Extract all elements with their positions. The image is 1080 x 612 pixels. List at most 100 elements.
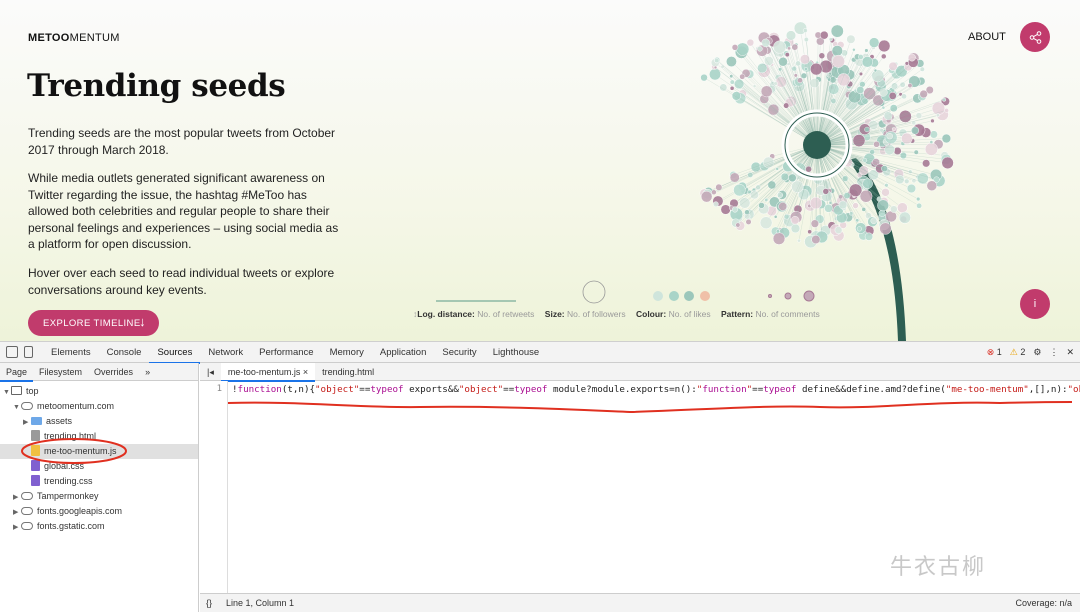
expand-arrow-icon[interactable]: ▶ bbox=[13, 490, 21, 505]
seed-dot bbox=[797, 78, 802, 83]
seed-dot bbox=[732, 207, 738, 213]
tab-security[interactable]: Security bbox=[434, 342, 484, 363]
inspect-element-icon[interactable] bbox=[6, 346, 18, 358]
seed-dot bbox=[856, 219, 859, 222]
seed-dot bbox=[820, 31, 828, 39]
navigator-tabs: PageFilesystemOverrides» bbox=[0, 363, 198, 381]
seed-dot bbox=[874, 69, 877, 72]
devtools-panel: ElementsConsoleSourcesNetworkPerformance… bbox=[0, 341, 1080, 611]
code-line[interactable]: !function(t,n){"object"==typeof exports&… bbox=[232, 384, 1080, 395]
pattern-legend: Pattern: No. of comments bbox=[721, 309, 820, 319]
seed-dot bbox=[804, 37, 809, 42]
editor-tab-0[interactable]: me-too-mentum.js × bbox=[221, 363, 315, 381]
seed-dot bbox=[930, 131, 938, 139]
seed-dot bbox=[916, 197, 920, 201]
tree-item[interactable]: ▼ metoomentum.com bbox=[0, 399, 198, 414]
tree-item[interactable]: ▶Tampermonkey bbox=[0, 489, 198, 504]
seed-dot bbox=[873, 141, 879, 147]
seed-dot bbox=[730, 173, 739, 182]
tree-item[interactable]: trending.css bbox=[0, 474, 198, 489]
cursor-position: Line 1, Column 1 bbox=[226, 598, 294, 608]
seed-dot bbox=[736, 43, 749, 56]
error-icon: ⊗ bbox=[987, 347, 995, 357]
seed-dot bbox=[885, 145, 895, 155]
watermark: 牛衣古柳 bbox=[890, 549, 986, 581]
explore-timeline-button[interactable]: EXPLORE TIMELINE ↓ bbox=[28, 310, 159, 336]
seed-dot bbox=[730, 86, 734, 90]
seed-dot bbox=[733, 184, 745, 196]
tree-item-label: me-too-mentum.js bbox=[44, 446, 117, 456]
website-viewport: METOOMENTUM Trending seeds Trending seed… bbox=[0, 0, 1080, 341]
seed-dot bbox=[832, 45, 843, 56]
tree-item[interactable]: me-too-mentum.js bbox=[0, 444, 198, 459]
expand-arrow-icon[interactable]: ▶ bbox=[13, 505, 21, 520]
devtools-tabbar: ElementsConsoleSourcesNetworkPerformance… bbox=[0, 342, 1080, 363]
seed-dot bbox=[877, 200, 888, 211]
tab-application[interactable]: Application bbox=[372, 342, 434, 363]
tree-item[interactable]: ▶fonts.googleapis.com bbox=[0, 504, 198, 519]
pretty-print-button[interactable]: {} bbox=[206, 598, 212, 608]
editor-tab-1[interactable]: trending.html bbox=[315, 363, 381, 381]
log-distance-toggle[interactable]: ↕Log. distance: No. of retweets bbox=[413, 309, 534, 319]
tab-elements[interactable]: Elements bbox=[43, 342, 99, 363]
expand-arrow-icon[interactable]: ▼ bbox=[3, 385, 11, 400]
navigator-tab-3[interactable]: » bbox=[139, 363, 156, 381]
seed-dot bbox=[911, 127, 919, 135]
share-button[interactable] bbox=[1020, 22, 1050, 52]
warning-count[interactable]: ⚠ 2 bbox=[1010, 347, 1026, 358]
site-logo[interactable]: METOOMENTUM bbox=[28, 32, 120, 44]
tab-console[interactable]: Console bbox=[99, 342, 150, 363]
seed-dot bbox=[881, 54, 886, 59]
seed-dot bbox=[852, 48, 855, 51]
seed-dot bbox=[897, 203, 907, 213]
seed-dot bbox=[881, 165, 887, 171]
error-count[interactable]: ⊗ 1 bbox=[987, 347, 1002, 358]
expand-arrow-icon[interactable]: ▶ bbox=[13, 520, 21, 535]
flower-core bbox=[803, 131, 831, 159]
seed-dot bbox=[853, 203, 859, 209]
seed-dot bbox=[784, 214, 789, 219]
seed-dot bbox=[791, 224, 800, 233]
tree-item-label: metoomentum.com bbox=[37, 401, 114, 411]
seed-dot bbox=[794, 74, 798, 78]
seed-dot bbox=[916, 203, 921, 208]
tab-lighthouse[interactable]: Lighthouse bbox=[485, 342, 547, 363]
seed-dot bbox=[757, 46, 762, 51]
tab-performance[interactable]: Performance bbox=[251, 342, 321, 363]
info-button[interactable]: i bbox=[1020, 289, 1050, 319]
about-link[interactable]: ABOUT bbox=[968, 31, 1006, 43]
tab-network[interactable]: Network bbox=[200, 342, 251, 363]
navigator-tab-1[interactable]: Filesystem bbox=[33, 363, 88, 381]
seed-dot bbox=[711, 190, 716, 195]
more-menu-icon[interactable]: ⋮ bbox=[1049, 347, 1058, 358]
navigator-tab-0[interactable]: Page bbox=[0, 363, 33, 381]
seed-dot bbox=[774, 82, 778, 86]
size-legend-circle bbox=[583, 281, 605, 303]
close-icon[interactable]: ✕ bbox=[1066, 347, 1074, 358]
expand-arrow-icon[interactable]: ▼ bbox=[13, 400, 21, 415]
tree-item[interactable]: ▶fonts.gstatic.com bbox=[0, 519, 198, 534]
seed-dot bbox=[882, 106, 885, 109]
seed-dot bbox=[788, 174, 796, 182]
seed-dot bbox=[831, 25, 843, 37]
warning-icon: ⚠ bbox=[1010, 347, 1018, 357]
seed-dot bbox=[922, 160, 930, 168]
pattern-legend-dot bbox=[804, 291, 814, 301]
device-toolbar-icon[interactable] bbox=[24, 346, 33, 358]
tree-item[interactable]: global.css bbox=[0, 459, 198, 474]
seed-dot bbox=[714, 58, 719, 63]
seed-dot bbox=[859, 166, 868, 175]
tree-item[interactable]: trending.html bbox=[0, 429, 198, 444]
intro-paragraph: Trending seeds are the most popular twee… bbox=[28, 125, 348, 158]
tab-memory[interactable]: Memory bbox=[322, 342, 372, 363]
seed-dot bbox=[797, 239, 800, 242]
navigator-tab-2[interactable]: Overrides bbox=[88, 363, 139, 381]
expand-arrow-icon[interactable]: ▶ bbox=[23, 415, 31, 430]
tree-item[interactable]: ▶assets bbox=[0, 414, 198, 429]
tab-sources[interactable]: Sources bbox=[149, 342, 200, 363]
legend-controls: ↕Log. distance: No. of retweets Size: No… bbox=[413, 309, 828, 319]
tree-item[interactable]: ▼top bbox=[0, 384, 198, 399]
gear-icon[interactable]: ⚙ bbox=[1033, 347, 1041, 358]
toggle-navigator-icon[interactable]: |◂ bbox=[200, 363, 221, 381]
seed-dot bbox=[872, 70, 884, 82]
